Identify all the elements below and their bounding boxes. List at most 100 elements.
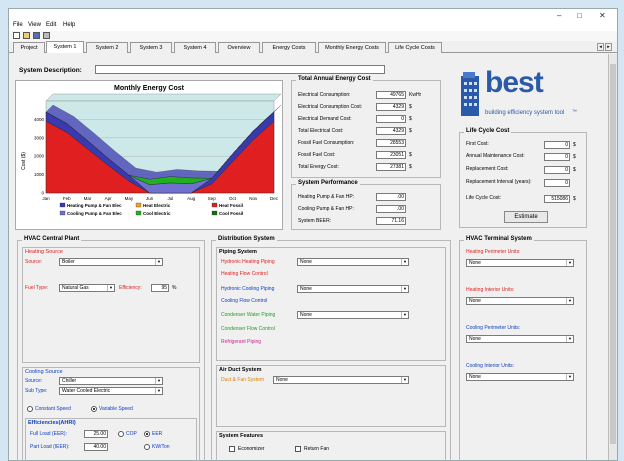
life-cycle-cost-field[interactable]: 0 [544,166,570,174]
eer-radio[interactable] [144,431,150,437]
annual-cost-label: Total Electrical Cost: [298,128,344,134]
heating-flow-label: Heating Flow Control [221,271,268,277]
menu-file[interactable]: File [13,22,23,28]
return-fan-checkbox[interactable] [295,446,301,452]
annual-cost-title: Total Annual Energy Cost [296,76,373,82]
chart-legend-label: Heat Fossil [219,203,243,208]
menu-bar: File View Edit Help [9,21,617,31]
life-cycle-cost-field[interactable]: 515086 [544,195,570,203]
part-load-field[interactable]: 40.00 [84,443,108,451]
cooling-perimeter-label: Cooling Perimeter Units: [466,325,521,331]
cop-radio[interactable] [118,431,124,437]
maximize-button[interactable]: □ [577,11,582,20]
annual-cost-unit: $ [409,104,412,110]
annual-cost-field[interactable]: 28553 [376,139,406,147]
new-file-icon[interactable] [13,32,20,39]
annual-cost-field[interactable]: 27381 [376,163,406,171]
heating-source-select[interactable]: Boiler ▼ [59,258,163,266]
life-cycle-cost-unit: $ [573,196,576,202]
vertical-scrollbar[interactable] [608,54,617,460]
heating-perimeter-select[interactable]: None ▼ [466,259,574,267]
subtype-select[interactable]: Water Cooled Electric ▼ [59,387,163,395]
open-folder-icon[interactable] [23,32,30,39]
tab-scroll-left[interactable]: ◂ [597,43,604,51]
annual-cost-field[interactable]: 4329 [376,103,406,111]
menu-edit[interactable]: Edit [46,22,56,28]
system-description-input[interactable] [95,65,385,74]
duct-fan-label: Duct & Fan System [221,377,265,383]
annual-cost-label: Total Energy Cost: [298,164,339,170]
tab-monthly-energy-costs[interactable]: Monthly Energy Costs [318,42,386,53]
heating-source-title: Heating Source [25,249,63,255]
hydronic-cooling-select[interactable]: None ▼ [297,285,409,293]
performance-label: Cooling Pump & Fan HP: [298,206,354,212]
efficiencies-title: Efficiencies(AHRI) [28,420,76,426]
toolbar [9,31,617,41]
performance-field[interactable]: 71.16 [376,217,406,225]
annual-cost-unit: $ [409,116,412,122]
tab-overview[interactable]: Overview [218,42,260,53]
cooling-perimeter-select[interactable]: None ▼ [466,335,574,343]
cooling-flow-label: Cooling Flow Control [221,298,268,304]
heating-interior-select[interactable]: None ▼ [466,297,574,305]
hvac-terminal-title: HVAC Terminal System [464,236,534,242]
tab-life-cycle-costs[interactable]: Life Cycle Costs [388,42,442,53]
annual-cost-field[interactable]: 49765 [376,91,406,99]
chart-xtick-label: Mar [84,196,92,201]
chart-ytick-label: 2000 [34,154,45,159]
tab-strip: Project System 1 System 2 System 3 Syste… [9,41,617,53]
annual-cost-field[interactable]: 23051 [376,151,406,159]
cooling-source-select[interactable]: Chiller ▼ [59,377,163,385]
hvac-central-plant-group: HVAC Central Plant Heating Source Source… [17,236,205,461]
menu-help[interactable]: Help [63,22,75,28]
tab-system-3[interactable]: System 3 [130,42,172,53]
minimize-button[interactable]: – [557,11,561,20]
tab-system-4[interactable]: System 4 [174,42,216,53]
condenser-water-select[interactable]: None ▼ [297,311,409,319]
tab-system-2[interactable]: System 2 [86,42,128,53]
menu-view[interactable]: View [28,22,41,28]
chart-xtick-label: Aug [187,196,196,201]
life-cycle-cost-title: Life Cycle Cost [464,128,512,134]
hydronic-heating-label: Hydronic Heating Piping [221,259,275,265]
duct-fan-select[interactable]: None ▼ [273,376,409,384]
tab-system-1[interactable]: System 1 [46,41,84,53]
tab-energy-costs[interactable]: Energy Costs [262,42,316,53]
annual-cost-field[interactable]: 4329 [376,127,406,135]
cop-label: COP [126,431,137,437]
constant-speed-radio[interactable] [27,406,33,412]
life-cycle-cost-field[interactable]: 0 [544,179,570,187]
tab-project[interactable]: Project [13,42,45,53]
economizer-checkbox[interactable] [229,446,235,452]
chart-legend-swatch [135,210,142,216]
performance-field[interactable]: .00 [376,193,406,201]
variable-speed-radio[interactable] [91,406,97,412]
close-button[interactable]: ✕ [599,11,606,20]
scrollbar-thumb[interactable] [610,64,616,444]
efficiency-field[interactable]: 95 [151,284,169,292]
life-cycle-cost-field[interactable]: 0 [544,153,570,161]
return-fan-label: Return Fan [304,446,330,452]
kwton-label: KW/Ton [152,444,170,450]
life-cycle-cost-unit: $ [573,167,576,173]
life-cycle-cost-label: First Cost: [466,141,489,147]
life-cycle-cost-unit: $ [573,142,576,148]
save-icon[interactable] [33,32,40,39]
print-icon[interactable] [43,32,50,39]
fuel-type-select[interactable]: Natural Gas ▼ [59,284,115,292]
constant-speed-label: Constant Speed [35,406,71,412]
chart-xtick-label: Nov [249,196,258,201]
life-cycle-cost-field[interactable]: 0 [544,141,570,149]
cooling-source-label: Source: [25,378,43,384]
performance-title: System Performance [296,180,360,186]
cooling-interior-select[interactable]: None ▼ [466,373,574,381]
full-load-field[interactable]: 25.00 [84,430,108,438]
piping-system-group: Piping System Hydronic Heating Piping No… [216,247,446,361]
tab-scroll-right[interactable]: ▸ [605,43,612,51]
performance-field[interactable]: .00 [376,205,406,213]
annual-cost-field[interactable]: 0 [376,115,406,123]
kwton-radio[interactable] [144,444,150,450]
estimate-button[interactable]: Estimate [504,211,548,223]
logo-trademark: ™ [572,109,577,115]
hydronic-heating-select[interactable]: None ▼ [297,258,409,266]
